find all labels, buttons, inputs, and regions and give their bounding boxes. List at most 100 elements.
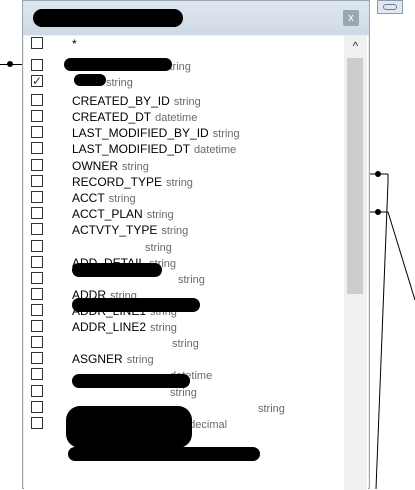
- column-row[interactable]: LAST_MODIFIED_BY_ID string: [24, 125, 344, 141]
- vertical-scrollbar[interactable]: ^: [344, 36, 367, 490]
- column-label: string: [72, 335, 199, 352]
- column-checkbox[interactable]: [31, 126, 43, 138]
- column-checkbox[interactable]: [31, 159, 43, 171]
- column-name: *: [72, 37, 77, 51]
- column-label: *: [72, 36, 81, 53]
- column-row[interactable]: RECORD_TYPE string: [24, 174, 344, 190]
- column-name: ACTVTY_TYPE: [72, 223, 158, 237]
- column-checkbox[interactable]: [31, 240, 43, 252]
- column-checkbox[interactable]: [31, 223, 43, 235]
- column-type: string: [146, 209, 174, 221]
- column-type: string: [122, 161, 149, 173]
- column-label: RECORD_TYPE string: [72, 174, 193, 191]
- column-checkbox[interactable]: [31, 401, 43, 413]
- column-row[interactable]: CREATED_BY_ID string: [24, 93, 344, 109]
- column-list[interactable]: *stringstringCREATED_BY_IDstringCREATED_…: [24, 36, 368, 490]
- column-checkbox[interactable]: [31, 110, 43, 122]
- redacted-name: [74, 74, 106, 86]
- column-checkbox[interactable]: [31, 320, 43, 332]
- column-checkbox[interactable]: [31, 336, 43, 348]
- table-window[interactable]: x *stringstringCREATED_BY_IDstringCREATE…: [22, 0, 370, 490]
- column-name: CREATED_DT: [72, 110, 152, 124]
- column-checkbox[interactable]: [31, 207, 43, 219]
- column-checkbox[interactable]: [31, 368, 43, 380]
- column-type: decimal: [189, 419, 228, 431]
- column-label: ACCT string: [72, 190, 136, 207]
- column-name: OWNER: [72, 159, 118, 173]
- column-label: CREATED_BY_ID string: [72, 93, 201, 110]
- table-title-bar[interactable]: x: [23, 1, 369, 35]
- column-label: ACCT_PLAN string: [72, 206, 174, 223]
- column-type: string: [108, 193, 136, 205]
- column-row[interactable]: string: [24, 73, 344, 90]
- redacted-name: [72, 298, 200, 312]
- column-checkbox[interactable]: [31, 175, 43, 187]
- column-row[interactable]: CREATED_DT datetime: [24, 109, 344, 125]
- relationship-endpoint-left: [7, 61, 13, 67]
- column-label: LAST_MODIFIED_DT datetime: [72, 141, 236, 158]
- column-row[interactable]: ACCT_PLAN string: [24, 206, 344, 222]
- column-checkbox[interactable]: [31, 142, 43, 154]
- column-name: LAST_MODIFIED_DT: [72, 142, 191, 156]
- column-name: ACCT: [72, 191, 105, 205]
- scroll-up-arrow-icon[interactable]: ^: [344, 36, 367, 56]
- column-name: ADDR_LINE2: [72, 320, 147, 334]
- redacted-name: [64, 58, 172, 71]
- column-type: string: [126, 354, 154, 366]
- column-type: string: [161, 225, 189, 237]
- column-checkbox[interactable]: [31, 417, 43, 429]
- scroll-thumb[interactable]: [347, 58, 363, 294]
- column-label: ASGNER string: [72, 351, 154, 368]
- column-checkbox[interactable]: [31, 191, 43, 203]
- column-checkbox[interactable]: [31, 288, 43, 300]
- redacted-name: [66, 406, 192, 448]
- column-row[interactable]: OWNER string: [24, 158, 344, 174]
- column-row[interactable]: ADDR_LINE2 string: [24, 319, 344, 335]
- relationship-link-icon[interactable]: [377, 0, 403, 14]
- column-name: RECORD_TYPE: [72, 175, 163, 189]
- table-title-redacted: [33, 9, 183, 27]
- column-type: string: [178, 274, 205, 286]
- column-type: string: [212, 128, 240, 140]
- column-type: datetime: [194, 144, 237, 156]
- column-row[interactable]: LAST_MODIFIED_DT datetime: [24, 141, 344, 157]
- column-checkbox[interactable]: [31, 352, 43, 364]
- redacted-name: [72, 263, 162, 277]
- column-row[interactable]: ACCT string: [24, 190, 344, 206]
- column-checkbox[interactable]: [31, 37, 43, 49]
- column-type: string: [106, 77, 133, 89]
- column-checkbox[interactable]: [31, 59, 43, 71]
- column-type: string: [170, 387, 197, 399]
- column-type: string: [166, 177, 193, 189]
- column-row[interactable]: ASGNER string: [24, 351, 344, 367]
- column-label: string: [72, 239, 172, 256]
- column-name: LAST_MODIFIED_BY_ID: [72, 126, 209, 140]
- column-label: OWNER string: [72, 158, 149, 175]
- column-label: ADDR_LINE2 string: [72, 319, 177, 336]
- redacted-name: [68, 447, 260, 461]
- column-type: string: [172, 338, 199, 350]
- column-row[interactable]: string: [24, 335, 344, 351]
- column-row[interactable]: ACTVTY_TYPE string: [24, 222, 344, 238]
- column-checkbox[interactable]: [31, 94, 43, 106]
- column-checkbox[interactable]: [31, 73, 43, 89]
- redacted-name: [72, 374, 190, 388]
- column-name: CREATED_BY_ID: [72, 94, 170, 108]
- column-type: string: [258, 403, 285, 415]
- column-label: CREATED_DT datetime: [72, 109, 197, 126]
- column-type: datetime: [155, 112, 198, 124]
- column-type: string: [173, 96, 201, 108]
- column-checkbox[interactable]: [31, 385, 43, 397]
- column-type: string: [145, 242, 172, 254]
- relationship-lines-right: [370, 171, 415, 489]
- column-name: ASGNER: [72, 352, 123, 366]
- column-checkbox[interactable]: [31, 304, 43, 316]
- column-row[interactable]: *: [24, 36, 344, 52]
- column-checkbox[interactable]: [31, 272, 43, 284]
- column-checkbox[interactable]: [31, 256, 43, 268]
- column-label: LAST_MODIFIED_BY_ID string: [72, 125, 240, 142]
- column-type: string: [150, 322, 177, 334]
- close-button[interactable]: x: [343, 10, 359, 26]
- column-row[interactable]: string: [24, 239, 344, 255]
- column-label: ACTVTY_TYPE string: [72, 222, 188, 239]
